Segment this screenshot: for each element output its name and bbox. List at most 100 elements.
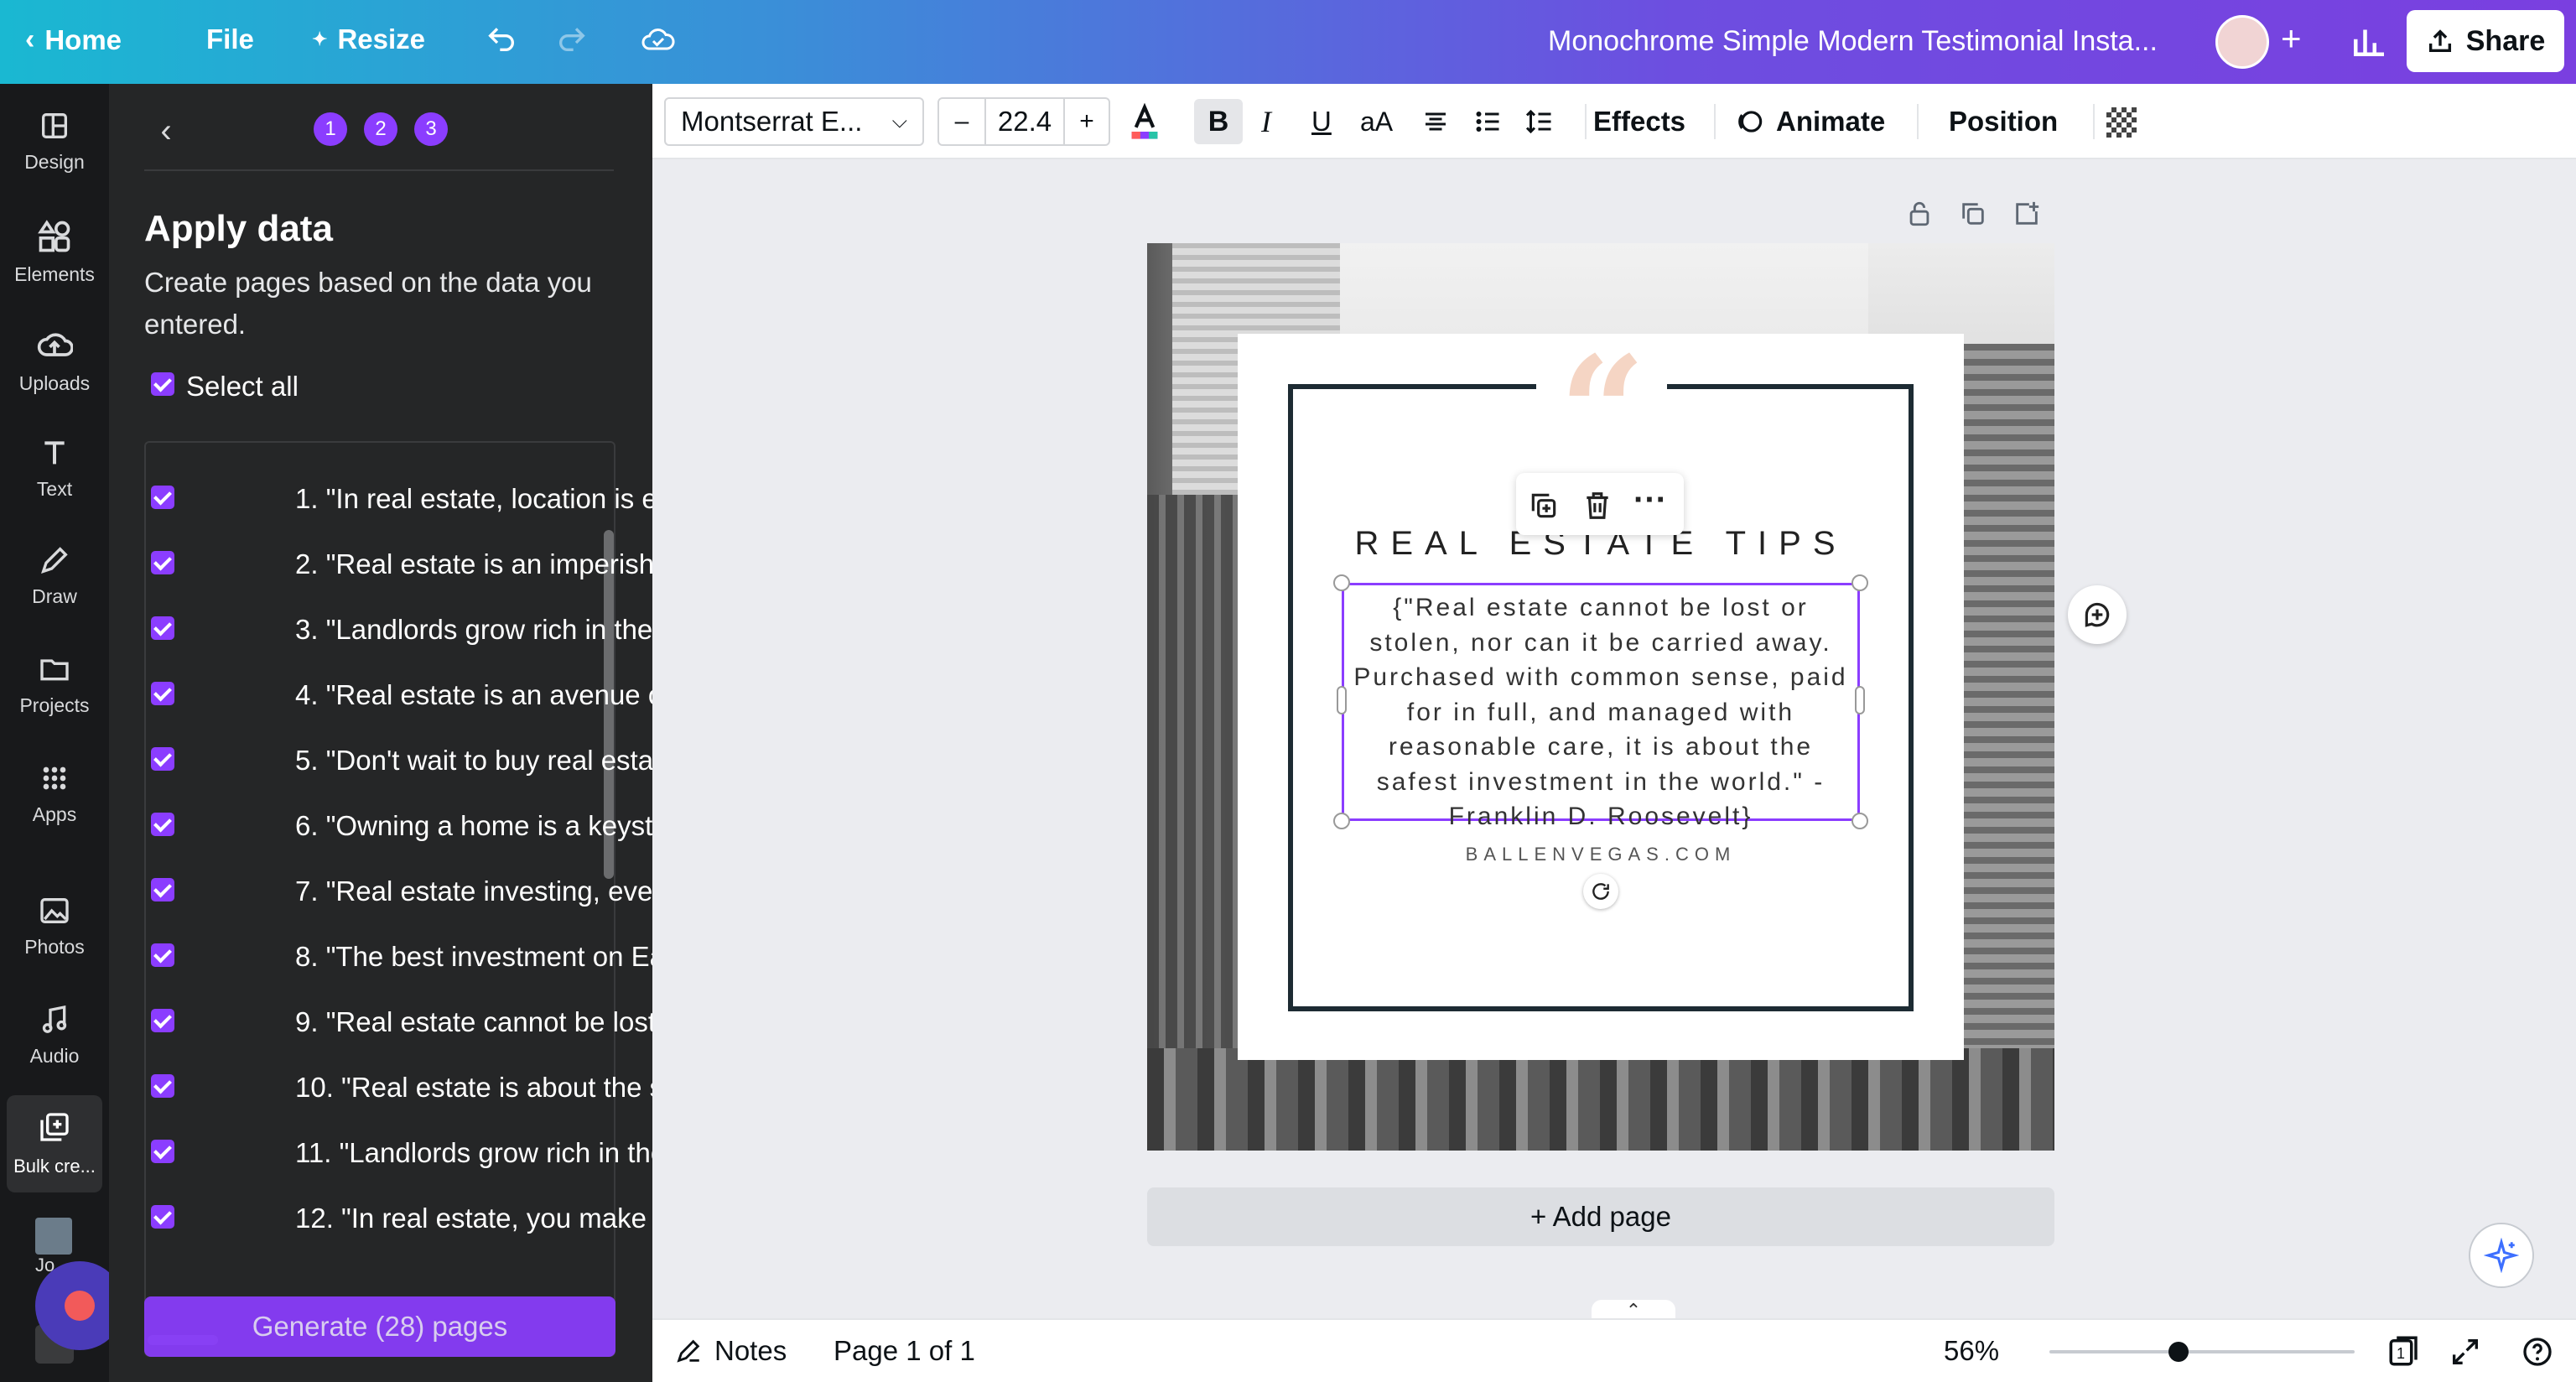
row-checkbox[interactable]	[151, 943, 174, 967]
resize-handle[interactable]	[1852, 813, 1868, 829]
row-checkbox[interactable]	[151, 878, 174, 901]
trash-icon[interactable]	[1581, 490, 1613, 522]
select-all-checkbox[interactable]	[151, 372, 174, 396]
side-handle[interactable]	[1855, 686, 1865, 714]
align-button[interactable]	[1420, 101, 1451, 143]
draw-icon	[41, 547, 68, 574]
account-photo[interactable]	[35, 1218, 72, 1255]
back-button[interactable]: ‹	[148, 114, 184, 151]
position-button[interactable]: Position	[1949, 101, 2058, 143]
redo-button[interactable]	[555, 22, 589, 55]
underline-button[interactable]: U	[1311, 101, 1332, 143]
add-page-button[interactable]: + Add page	[1147, 1187, 2054, 1246]
rail-item-bulk-create[interactable]: Bulk cre...	[7, 1095, 102, 1192]
photos-icon	[40, 898, 69, 923]
row-checkbox[interactable]	[151, 813, 174, 836]
show-pages-toggle[interactable]: ⌃	[1592, 1300, 1675, 1321]
add-collaborator-button[interactable]: +	[2281, 18, 2302, 59]
rail-item-audio[interactable]: Audio	[0, 1003, 109, 1068]
rail-item-draw[interactable]: Draw	[0, 543, 109, 608]
rail-item-text[interactable]: Text	[0, 436, 109, 501]
resize-handle[interactable]	[1333, 813, 1350, 829]
font-size-decrease-button[interactable]: –	[939, 99, 986, 144]
help-button[interactable]	[2521, 1335, 2554, 1369]
quote-text[interactable]: {"Real estate cannot be lost or stolen, …	[1346, 590, 1856, 834]
copy-icon[interactable]	[1528, 490, 1560, 522]
list-button[interactable]	[1472, 101, 1503, 143]
undo-button[interactable]	[485, 22, 518, 55]
letter-case-button[interactable]: aA	[1360, 101, 1393, 143]
row-checkbox[interactable]	[151, 682, 174, 705]
step-2[interactable]: 2	[364, 112, 397, 146]
row-checkbox[interactable]	[151, 551, 174, 574]
resize-button[interactable]: ✦ Resize	[312, 23, 425, 55]
document-title[interactable]: Monochrome Simple Modern Testimonial Ins…	[1548, 25, 2158, 58]
text-color-icon	[1131, 102, 1158, 139]
assistant-button[interactable]	[2469, 1223, 2534, 1288]
lock-page-button[interactable]	[1905, 200, 1934, 228]
sparkle-icon	[2484, 1238, 2519, 1273]
row-checkbox[interactable]	[151, 1009, 174, 1032]
bold-button[interactable]: B	[1194, 99, 1243, 144]
italic-button[interactable]: I	[1261, 101, 1271, 143]
rail-item-projects[interactable]: Projects	[0, 652, 109, 717]
row-checkbox[interactable]	[151, 1205, 174, 1229]
zoom-slider[interactable]	[2049, 1350, 2355, 1353]
design-page[interactable]: “ REAL ESTATE TIPS ··· {"Real estate can…	[1147, 243, 2054, 1151]
select-all-label: Select all	[186, 371, 299, 402]
text-color-button[interactable]	[1127, 101, 1162, 143]
expand-icon	[2453, 1339, 2478, 1364]
resize-handle[interactable]	[1333, 574, 1350, 591]
quote-text-box[interactable]: {"Real estate cannot be lost or stolen, …	[1342, 583, 1860, 830]
side-handle[interactable]	[1337, 686, 1347, 714]
rail-item-design[interactable]: Design	[0, 109, 109, 174]
row-checkbox[interactable]	[151, 1140, 174, 1163]
row-checkbox[interactable]	[151, 747, 174, 771]
font-size-increase-button[interactable]: +	[1063, 99, 1109, 144]
duplicate-page-button[interactable]	[1959, 200, 1987, 228]
add-comment-button[interactable]	[2068, 585, 2127, 644]
panel-title: Apply data	[144, 208, 333, 249]
step-3[interactable]: 3	[414, 112, 448, 146]
redo-icon	[559, 28, 585, 51]
font-size-stepper[interactable]: – 22.4 +	[937, 97, 1110, 146]
page-grid-button[interactable]: 1	[2386, 1333, 2422, 1369]
row-checkbox[interactable]	[151, 616, 174, 640]
insights-button[interactable]	[2346, 18, 2392, 64]
rotate-handle[interactable]	[1583, 874, 1618, 909]
row-checkbox[interactable]	[151, 1074, 174, 1098]
share-button[interactable]: Share	[2407, 10, 2564, 72]
spacing-button[interactable]	[1524, 101, 1555, 143]
rail-item-apps[interactable]: Apps	[0, 761, 109, 826]
font-size-input[interactable]: 22.4	[986, 99, 1063, 144]
zoom-level[interactable]: 56%	[1944, 1335, 1999, 1367]
resize-handle[interactable]	[1852, 574, 1868, 591]
undo-icon	[488, 28, 514, 51]
apps-icon	[43, 766, 66, 790]
transparency-icon[interactable]	[2106, 107, 2137, 138]
design-website[interactable]: BALLENVEGAS.COM	[1290, 844, 1912, 865]
step-1[interactable]: 1	[314, 112, 347, 146]
add-page-icon-button[interactable]	[2012, 200, 2041, 228]
generate-pages-button[interactable]: Generate (28) pages	[144, 1296, 615, 1357]
fullscreen-button[interactable]	[2449, 1335, 2482, 1369]
home-button[interactable]: ‹ Home	[25, 23, 122, 56]
animate-button[interactable]: Animate	[1734, 101, 1885, 143]
cloud-save-status[interactable]	[641, 23, 676, 54]
avatar[interactable]	[2215, 15, 2269, 69]
page-indicator[interactable]: Page 1 of 1	[834, 1335, 975, 1367]
notes-button[interactable]: Notes	[674, 1335, 787, 1367]
font-family-select[interactable]: Montserrat E... ⌵	[664, 97, 924, 146]
rail-item-photos[interactable]: Photos	[0, 894, 109, 959]
line-spacing-icon	[1525, 109, 1551, 134]
zoom-slider-thumb[interactable]	[2168, 1342, 2189, 1362]
file-menu[interactable]: File	[206, 23, 254, 55]
effects-button[interactable]: Effects	[1593, 101, 1685, 143]
elements-icon	[38, 220, 70, 252]
more-options-icon[interactable]: ···	[1633, 481, 1667, 519]
row-checkbox[interactable]	[151, 486, 174, 509]
street-buildings	[1147, 1048, 2054, 1151]
rail-item-uploads[interactable]: Uploads	[0, 327, 109, 395]
rail-item-elements[interactable]: Elements	[0, 218, 109, 286]
list-item: 2. "Real estate is an imperishable asset…	[295, 548, 699, 579]
